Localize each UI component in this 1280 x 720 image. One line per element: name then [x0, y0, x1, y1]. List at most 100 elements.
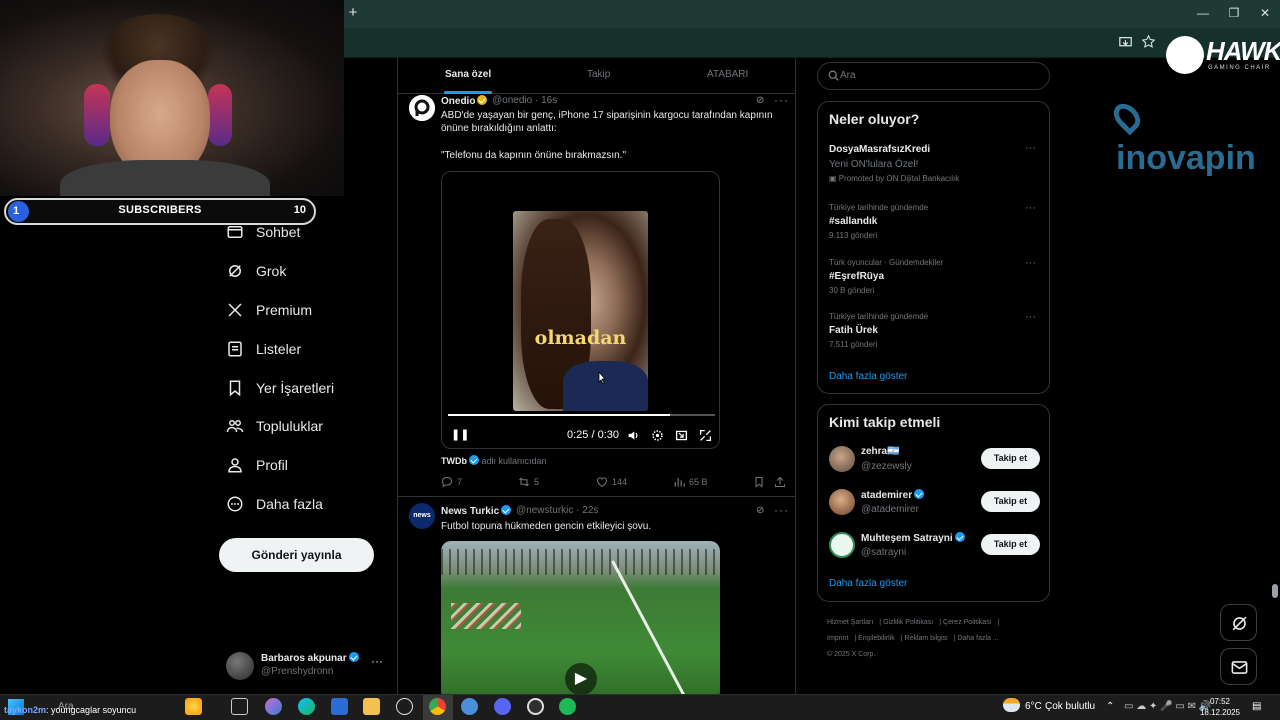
- bookmark-star-icon[interactable]: [1142, 35, 1155, 48]
- file-explorer-icon[interactable]: [363, 698, 380, 715]
- trend-more-icon[interactable]: ···: [1025, 142, 1036, 154]
- notification-icon[interactable]: ▤: [1252, 701, 1261, 712]
- spotify-icon[interactable]: [559, 698, 576, 715]
- weather-description[interactable]: Çok bulutlu: [1045, 701, 1095, 712]
- trend-title[interactable]: #EşrefRüya: [829, 271, 884, 282]
- verified-badge-icon: [954, 532, 965, 542]
- trend-more-icon[interactable]: ···: [1025, 311, 1036, 323]
- tab-for-you[interactable]: Sana özel: [445, 69, 491, 80]
- minimize-button[interactable]: —: [1188, 4, 1218, 22]
- xbox-icon[interactable]: [396, 698, 413, 715]
- footer-link[interactable]: Daha fazla ...: [957, 635, 998, 642]
- new-tab-button[interactable]: +: [344, 4, 362, 22]
- reply-button[interactable]: 7: [441, 476, 462, 488]
- video-player[interactable]: ▶: [441, 541, 720, 694]
- picture-in-picture-icon[interactable]: [675, 429, 688, 442]
- verified-badge-icon: [469, 455, 479, 465]
- tweet-more-icon[interactable]: ···: [774, 503, 789, 517]
- account-more-icon[interactable]: ···: [371, 654, 383, 668]
- copilot-icon[interactable]: [265, 698, 282, 715]
- sidebar-item-profile[interactable]: Profil: [226, 450, 396, 480]
- close-window-button[interactable]: ✕: [1250, 4, 1280, 22]
- avatar[interactable]: [409, 95, 435, 121]
- play-icon[interactable]: ▶: [565, 663, 597, 694]
- repost-button[interactable]: 5: [518, 476, 539, 488]
- verified-badge-icon: [348, 652, 359, 662]
- settings-icon[interactable]: [651, 429, 664, 442]
- avatar[interactable]: news: [409, 503, 435, 529]
- settings-gear-icon[interactable]: [461, 698, 478, 715]
- tweet-author: News Turkic: [441, 506, 500, 517]
- hawk-feather-icon: [1166, 36, 1204, 74]
- bookmark-icon[interactable]: [753, 476, 765, 488]
- grok-icon[interactable]: ⊘: [756, 505, 768, 517]
- store-icon[interactable]: [331, 698, 348, 715]
- trend-title[interactable]: DosyaMasrafsızKredi: [829, 144, 930, 155]
- sidebar-item-label: Topluluklar: [256, 418, 323, 434]
- sidebar-item-grok[interactable]: Grok: [226, 256, 396, 286]
- chrome-icon[interactable]: [429, 698, 446, 715]
- trend-more-icon[interactable]: ···: [1025, 202, 1036, 214]
- tab-atabari[interactable]: ATABARI: [707, 69, 748, 80]
- sidebar-item-more[interactable]: Daha fazla: [226, 489, 396, 519]
- footer-link[interactable]: Hizmet Şartları: [827, 619, 873, 626]
- trend-more-icon[interactable]: ···: [1025, 257, 1036, 269]
- sidebar-item-lists[interactable]: Listeler: [226, 334, 396, 364]
- video-player[interactable]: olmadan ❚❚ 0:25 / 0:30: [441, 171, 720, 449]
- messages-float-button[interactable]: [1220, 648, 1257, 685]
- volume-icon[interactable]: [627, 429, 640, 442]
- pause-icon[interactable]: ❚❚: [451, 428, 469, 441]
- follow-button[interactable]: Takip et: [981, 534, 1040, 555]
- account-handle: @Prenshydronn: [261, 666, 334, 677]
- taskbar-clock[interactable]: 07:52 18.12.2025: [1198, 696, 1242, 718]
- sidebar-item-chat[interactable]: Sohbet: [226, 217, 396, 247]
- copilot-sparkle-icon[interactable]: [185, 698, 202, 715]
- suggested-user-name[interactable]: zehra🇦🇷: [861, 446, 900, 457]
- grok-icon[interactable]: ⊘: [756, 95, 768, 107]
- follow-button[interactable]: Takip et: [981, 491, 1040, 512]
- avatar[interactable]: [829, 532, 855, 558]
- discord-icon[interactable]: [494, 698, 511, 715]
- verified-badge-icon: [477, 95, 488, 105]
- fullscreen-icon[interactable]: [699, 429, 712, 442]
- trend-title[interactable]: Fatih Ürek: [829, 325, 878, 336]
- more-circle-icon: [227, 496, 243, 512]
- trend-title[interactable]: #sallandık: [829, 216, 877, 227]
- sidebar-item-premium[interactable]: Premium: [226, 295, 396, 325]
- tab-following[interactable]: Takip: [587, 69, 610, 80]
- edge-icon[interactable]: [298, 698, 315, 715]
- chat-icon: [227, 226, 243, 238]
- post-button[interactable]: Gönderi yayınla: [219, 538, 374, 572]
- video-progress-bar[interactable]: [448, 414, 715, 416]
- like-button[interactable]: 144: [596, 476, 627, 488]
- tweet-more-icon[interactable]: ···: [774, 93, 789, 107]
- account-switcher[interactable]: Barbaros akpunar @Prenshydronn ···: [226, 650, 386, 682]
- tray-overflow-icon[interactable]: ⌃: [1106, 701, 1114, 712]
- task-view-icon[interactable]: [231, 698, 248, 715]
- grok-float-button[interactable]: [1220, 604, 1257, 641]
- install-app-icon[interactable]: [1119, 36, 1132, 49]
- footer-link[interactable]: Erişilebilirlik: [858, 635, 895, 642]
- footer-link[interactable]: Çerez Politikası: [943, 619, 992, 626]
- sidebar-item-bookmarks[interactable]: Yer İşaretleri: [226, 373, 396, 403]
- follow-button[interactable]: Takip et: [981, 448, 1040, 469]
- search-input[interactable]: Ara: [817, 62, 1050, 90]
- who-show-more-link[interactable]: Daha fazla göster: [829, 578, 907, 589]
- grok-icon: [1232, 616, 1247, 631]
- avatar[interactable]: [829, 489, 855, 515]
- sidebar-item-communities[interactable]: Topluluklar: [226, 411, 396, 441]
- source-text: adlı kullanıcıdan: [481, 456, 547, 466]
- restore-button[interactable]: ❐: [1219, 4, 1249, 22]
- views-button[interactable]: 65 B: [673, 476, 708, 488]
- scrollbar-thumb[interactable]: [1272, 584, 1278, 598]
- share-icon[interactable]: [774, 476, 786, 488]
- obs-icon[interactable]: [527, 698, 544, 715]
- trend-context: Türkiye tarihinde gündemde: [829, 203, 929, 212]
- footer-link[interactable]: Gizlilik Politikası: [883, 619, 933, 626]
- avatar[interactable]: [829, 446, 855, 472]
- trends-show-more-link[interactable]: Daha fazla göster: [829, 371, 907, 382]
- footer-link[interactable]: Imprint: [827, 635, 848, 642]
- weather-temperature[interactable]: 6°C: [1025, 701, 1042, 712]
- who-to-follow-title: Kimi takip etmeli: [829, 414, 941, 430]
- footer-link[interactable]: Reklam bilgisi: [905, 635, 948, 642]
